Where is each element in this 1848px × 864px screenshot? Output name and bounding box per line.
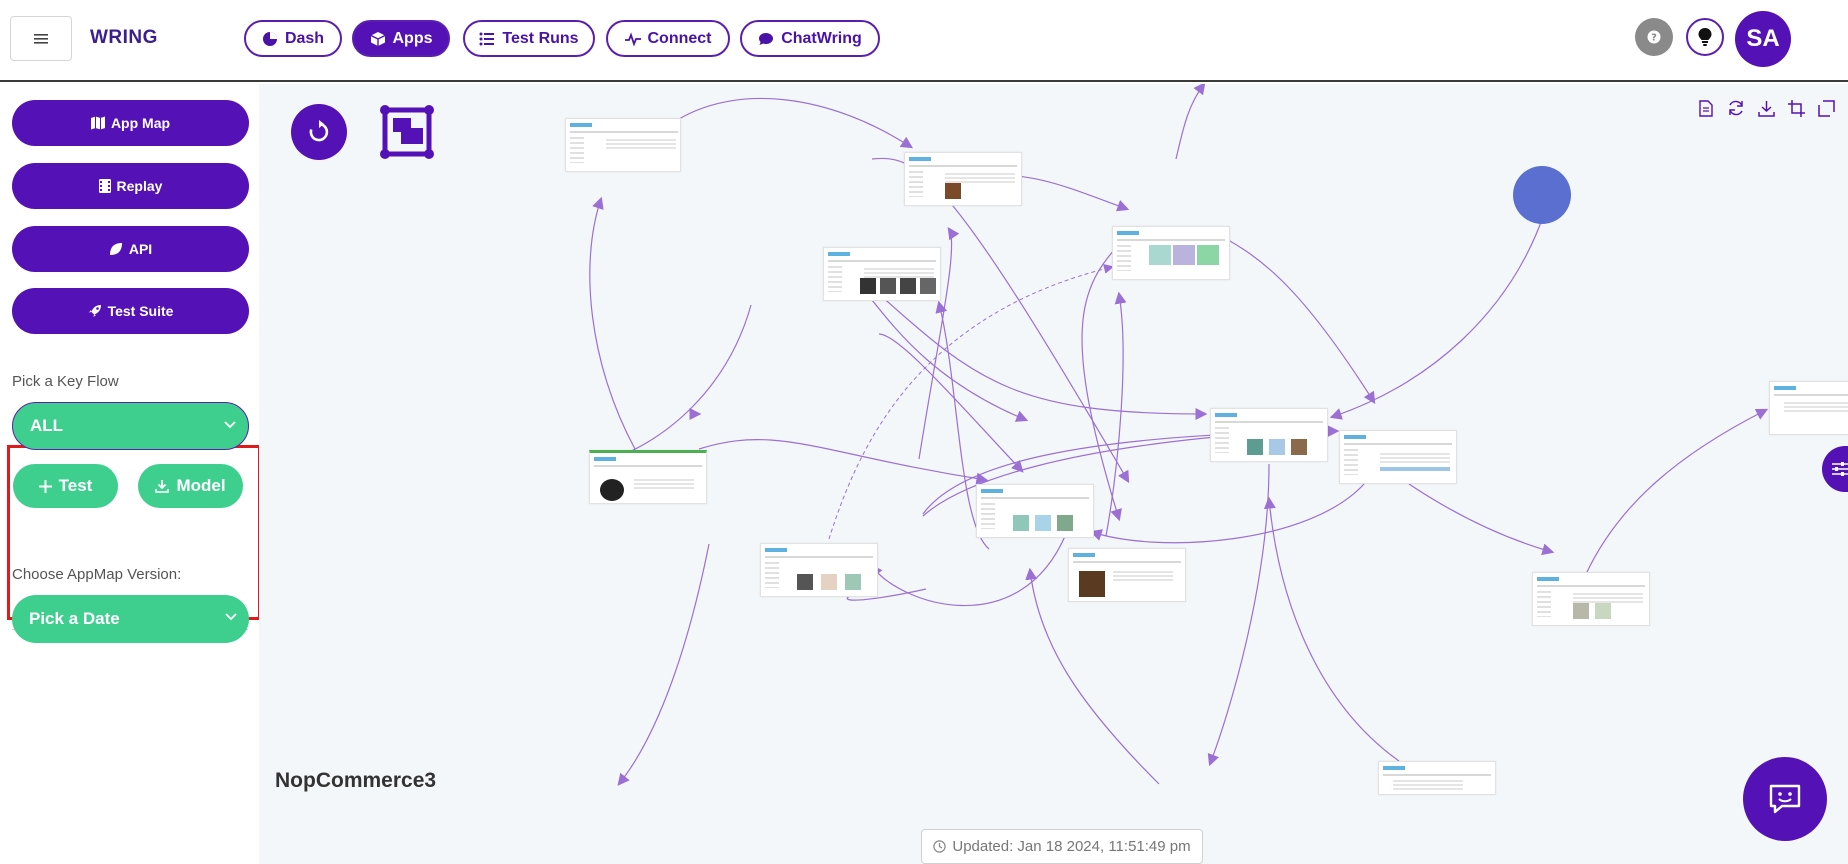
frame-select-icon: [380, 105, 434, 159]
page-node[interactable]: [1210, 408, 1328, 462]
download-model-button[interactable]: Model: [138, 464, 243, 508]
nav-apps-label: Apps: [392, 29, 433, 47]
download-model-label: Model: [176, 476, 226, 495]
download-icon[interactable]: [1756, 98, 1776, 118]
pulse-icon: [624, 31, 641, 47]
add-test-button[interactable]: Test: [13, 464, 118, 508]
document-icon[interactable]: [1696, 98, 1716, 118]
flow-node-start[interactable]: [1513, 166, 1571, 224]
appmap-version-value: Pick a Date: [29, 609, 120, 628]
top-bar: WRING Dash Apps Test Runs Connect ChatWr…: [0, 0, 1848, 82]
nav-dash-button[interactable]: Dash: [244, 20, 342, 57]
key-flow-value: ALL: [30, 416, 64, 435]
page-node[interactable]: [976, 484, 1094, 538]
test-suite-button[interactable]: Test Suite: [12, 288, 249, 334]
page-node[interactable]: [904, 152, 1022, 206]
list-icon: [479, 32, 495, 45]
brand-title: WRING: [90, 27, 158, 48]
add-test-label: Test: [58, 476, 93, 495]
page-node[interactable]: [1532, 572, 1650, 626]
plus-icon: [38, 479, 52, 493]
expand-icon[interactable]: [1816, 98, 1836, 118]
svg-text:?: ?: [1651, 33, 1657, 44]
page-node[interactable]: [823, 247, 941, 301]
help-button[interactable]: ?: [1635, 18, 1673, 56]
key-flow-label: Pick a Key Flow: [12, 373, 119, 390]
user-avatar[interactable]: SA: [1735, 11, 1791, 67]
nav-connect-label: Connect: [647, 29, 712, 47]
nav-test-runs-label: Test Runs: [502, 29, 579, 47]
app-map-label: App Map: [110, 115, 171, 131]
chevron-down-icon: [224, 421, 236, 429]
app-map-button[interactable]: App Map: [12, 100, 249, 146]
chat-smile-icon: [1769, 784, 1801, 814]
film-icon: [98, 179, 111, 193]
menu-icon: [34, 33, 48, 44]
app-map-canvas[interactable]: NopCommerce3 Updated: Jan 18 2024, 11:51…: [259, 84, 1848, 864]
leaf-icon: [109, 243, 122, 255]
map-icon: [90, 116, 105, 130]
chat-bubble-icon: [759, 32, 774, 45]
sync-icon[interactable]: [1726, 98, 1746, 118]
clock-icon: [933, 840, 947, 853]
replay-label: Replay: [116, 178, 163, 194]
nav-apps-button[interactable]: Apps: [352, 20, 450, 57]
page-node[interactable]: [1378, 761, 1496, 795]
api-label: API: [128, 241, 153, 257]
cube-icon: [370, 31, 385, 46]
key-flow-select[interactable]: ALL: [12, 402, 249, 450]
question-icon: ?: [1647, 30, 1661, 44]
rotate-icon: [309, 120, 329, 142]
api-button[interactable]: API: [12, 226, 249, 272]
chat-assistant-button[interactable]: [1743, 757, 1827, 841]
nav-connect-button[interactable]: Connect: [606, 20, 730, 57]
nav-dash-label: Dash: [284, 29, 325, 47]
updated-timestamp: Updated: Jan 18 2024, 11:51:49 pm: [921, 829, 1203, 864]
rocket-icon: [88, 305, 101, 317]
lightbulb-icon: [1698, 28, 1712, 46]
nav-chatwring-button[interactable]: ChatWring: [740, 20, 880, 57]
nav-test-runs-button[interactable]: Test Runs: [463, 20, 595, 57]
appmap-version-label: Choose AppMap Version:: [12, 566, 182, 583]
appmap-version-select[interactable]: Pick a Date: [12, 595, 249, 643]
download-icon: [155, 480, 170, 493]
tips-button[interactable]: [1686, 18, 1724, 56]
app-name-title: NopCommerce3: [275, 769, 437, 792]
page-node[interactable]: [1112, 226, 1230, 280]
pie-chart-icon: [262, 31, 277, 46]
test-suite-label: Test Suite: [107, 303, 174, 319]
chevron-down-icon: [225, 613, 237, 621]
flow-edges: [589, 84, 1769, 786]
canvas-toolbar: [1696, 98, 1836, 118]
updated-text: Updated: Jan 18 2024, 11:51:49 pm: [952, 838, 1191, 855]
nav-chatwring-label: ChatWring: [781, 29, 862, 47]
sidebar: App Map Replay API Test Suite Pick a Key…: [0, 84, 261, 864]
page-node[interactable]: [589, 450, 707, 504]
crop-icon[interactable]: [1786, 98, 1806, 118]
hamburger-menu-button[interactable]: [10, 16, 72, 61]
page-node[interactable]: [1339, 430, 1457, 484]
page-node[interactable]: [565, 118, 681, 172]
reload-map-button[interactable]: [291, 104, 347, 160]
page-node[interactable]: [1068, 548, 1186, 602]
sliders-icon: [1832, 462, 1848, 476]
page-node[interactable]: [760, 543, 878, 597]
page-node[interactable]: [1769, 381, 1848, 435]
fit-view-button[interactable]: [379, 104, 435, 160]
replay-button[interactable]: Replay: [12, 163, 249, 209]
